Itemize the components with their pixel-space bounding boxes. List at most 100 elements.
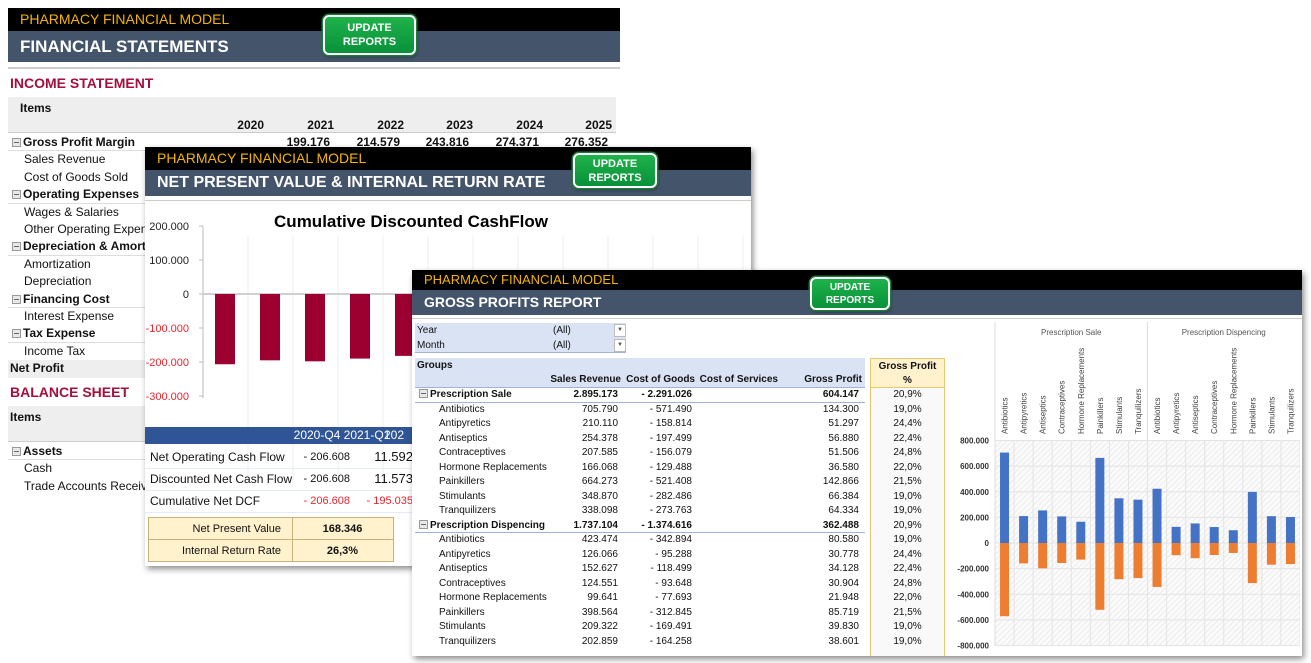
sales-bar bbox=[1209, 527, 1219, 543]
gp-pct-cell: 21,5% bbox=[893, 476, 922, 487]
gross-profit-cell: 39.830 bbox=[828, 621, 859, 632]
cost-bar bbox=[1247, 543, 1257, 584]
sales-bar bbox=[1266, 516, 1276, 543]
table-row: Painkillers 664.273 - 521.408 142.866 bbox=[415, 475, 865, 490]
update-reports-button[interactable]: UPDATE REPORTS bbox=[810, 277, 890, 310]
filter-row: Year (All) ▼ bbox=[415, 323, 626, 338]
row-label-text: Tax Expense bbox=[23, 326, 96, 341]
app-title: PHARMACY FINANCIAL MODEL bbox=[145, 147, 751, 170]
row-label-text: Stimulants bbox=[439, 490, 486, 502]
row-label-text: Antiseptics bbox=[439, 563, 488, 574]
cost-bar bbox=[1114, 543, 1124, 580]
group-row[interactable]: Prescription Sale 2.895.173 - 2.291.026 604… bbox=[415, 388, 865, 403]
row-label: Prescription Dispencing bbox=[419, 519, 545, 533]
reports-label: REPORTS bbox=[342, 36, 397, 48]
category-label: Hormone Replacements bbox=[1077, 348, 1086, 434]
y-tick-label: 0 bbox=[183, 289, 189, 301]
table-row: Antiseptics 254.378 - 197.499 56.880 bbox=[415, 432, 865, 447]
cost-of-goods-cell: - 571.490 bbox=[649, 403, 692, 415]
row-label: Financing Cost bbox=[12, 291, 110, 308]
sales-revenue-cell: 2.895.173 bbox=[573, 389, 619, 400]
sales-bar bbox=[1133, 499, 1143, 543]
row-label: Assets bbox=[12, 443, 62, 460]
row-label: Antipyretics bbox=[439, 548, 491, 562]
row-label-text: Antipyretics bbox=[439, 418, 491, 429]
y-tick-label: -800.000 bbox=[957, 642, 989, 651]
row-label: Antiseptics bbox=[439, 562, 487, 576]
gross-profits-window: PHARMACY FINANCIAL MODEL GROSS PROFITS R… bbox=[412, 270, 1302, 656]
summary-label: Net Present Value bbox=[192, 523, 281, 535]
row-label: Wages & Salaries bbox=[24, 204, 119, 221]
sales-revenue-cell: 254.378 bbox=[581, 432, 618, 444]
row-label-text: Depreciation bbox=[24, 274, 92, 289]
gp-pct-cell: 19,0% bbox=[893, 534, 922, 545]
row-label-text: Net Profit bbox=[10, 361, 64, 376]
collapse-toggle-icon[interactable] bbox=[12, 329, 21, 339]
row-label-text: Financing Cost bbox=[23, 291, 110, 306]
filter-value: (All) bbox=[553, 325, 571, 336]
reports-label: REPORTS bbox=[588, 171, 642, 184]
items-header: Items bbox=[20, 101, 52, 115]
cost-bar bbox=[1266, 543, 1276, 565]
sales-bar bbox=[1057, 516, 1067, 543]
items-header: Items bbox=[10, 410, 42, 424]
row-label: Stimulants bbox=[439, 620, 486, 634]
collapse-toggle-icon[interactable] bbox=[12, 138, 21, 147]
cell-value: - 206.608 bbox=[303, 495, 350, 507]
cost-bar bbox=[1057, 543, 1067, 563]
gp-pct-cell: 20,9% bbox=[893, 389, 922, 400]
sales-bar bbox=[1190, 523, 1200, 543]
row-label-text: Painkillers bbox=[439, 476, 485, 487]
row-label-text: Interest Expense bbox=[24, 309, 115, 323]
row-label-text: Hormone Replacements bbox=[439, 592, 547, 603]
category-label: Antibiotics bbox=[1001, 398, 1010, 434]
group-row[interactable]: Prescription Dispencing 1.737.104 - 1.374.… bbox=[415, 519, 865, 533]
collapse-toggle-icon[interactable] bbox=[12, 447, 21, 456]
table-row: Contraceptives 124.551 - 93.648 30.904 bbox=[415, 577, 865, 592]
gp-pct-cell: 24,8% bbox=[893, 577, 922, 589]
cost-bar bbox=[1171, 543, 1181, 556]
divider bbox=[8, 67, 620, 69]
y-tick-label: -300.000 bbox=[146, 391, 189, 403]
filter-value: (All) bbox=[553, 340, 571, 351]
gross-profit-cell: 362.488 bbox=[822, 519, 859, 531]
page-title: FINANCIAL STATEMENTS bbox=[8, 31, 620, 62]
filter-dropdown-icon[interactable]: ▼ bbox=[614, 324, 626, 337]
collapse-toggle-icon[interactable] bbox=[419, 519, 428, 529]
cell-value: 11.592 bbox=[374, 449, 413, 464]
year-header: 2020 bbox=[237, 118, 264, 132]
row-label-text: Prescription Sale bbox=[430, 389, 512, 400]
update-label: UPDATE bbox=[347, 22, 392, 34]
sales-revenue-cell: 398.564 bbox=[581, 606, 618, 618]
filter-dropdown-icon[interactable]: ▼ bbox=[614, 339, 626, 352]
collapse-toggle-icon[interactable] bbox=[12, 242, 21, 252]
update-reports-button[interactable]: UPDATE REPORTS bbox=[323, 15, 416, 55]
year-header: 2024 bbox=[516, 118, 543, 132]
update-reports-button[interactable]: UPDATE REPORTS bbox=[573, 153, 657, 188]
sales-bar bbox=[1228, 530, 1238, 543]
category-label: Contraceptives bbox=[1210, 381, 1219, 434]
table-row: Antiseptics 152.627 - 118.499 34.128 bbox=[415, 562, 865, 577]
table-row: Tranquilizers 338.098 - 273.763 64.334 bbox=[415, 504, 865, 519]
row-label-text: Prescription Dispencing bbox=[430, 519, 546, 531]
row-label-text: Antiseptics bbox=[439, 432, 488, 444]
table-row: Stimulants 348.870 - 282.486 66.384 bbox=[415, 490, 865, 505]
gross-profit-chart: 800.000 600.000 400.000 200.000 0 -200.000 -40… bbox=[957, 322, 1300, 651]
sales-revenue-cell: 423.474 bbox=[581, 534, 618, 545]
collapse-toggle-icon[interactable] bbox=[12, 294, 21, 304]
cell-value: - 206.608 bbox=[303, 451, 350, 463]
summary-value: 168.346 bbox=[322, 523, 363, 535]
cell-value: 11.573 bbox=[374, 471, 413, 486]
row-label: Sales Revenue bbox=[24, 151, 105, 168]
cost-of-goods-cell: - 129.488 bbox=[649, 461, 692, 473]
row-label-text: Cash bbox=[24, 461, 53, 476]
gross-profit-cell: 21.948 bbox=[828, 592, 859, 603]
collapse-toggle-icon[interactable] bbox=[419, 389, 428, 398]
collapse-toggle-icon[interactable] bbox=[12, 190, 21, 200]
row-label-text: Wages & Salaries bbox=[24, 204, 119, 219]
row-label: Antiseptics bbox=[439, 432, 487, 446]
bar bbox=[350, 294, 370, 359]
year-header: 2025 bbox=[585, 118, 612, 132]
summary-value: 26,3% bbox=[326, 545, 359, 557]
summary-row: Net Present Value 168.346 bbox=[149, 518, 393, 540]
